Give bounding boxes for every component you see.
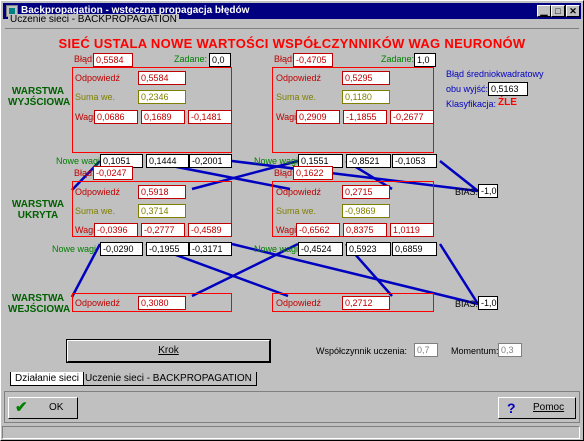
output-2-error: -0,4705 <box>293 53 333 67</box>
output-2-target: 1,0 <box>414 53 436 67</box>
weights-label: Wagi <box>276 112 297 122</box>
hidden-2-weight-1: -0,6562 <box>296 223 340 237</box>
bias-hidden: -1,0 <box>478 184 498 198</box>
learning-rate-label: Współczynnik uczenia: <box>316 346 408 356</box>
sum-label: Suma we. <box>75 206 116 216</box>
hidden-2-new-weight-3: 0,6859 <box>392 242 437 256</box>
output-1-sum: 0,2346 <box>138 90 186 104</box>
hidden-1-new-weight-3: -0,3171 <box>189 242 232 256</box>
learning-rate-input[interactable]: 0,7 <box>414 343 438 357</box>
momentum-input[interactable]: 0,3 <box>498 343 522 357</box>
new-weights-label: Nowe wagi <box>254 156 299 166</box>
output-1-weight-3: -0,1481 <box>188 110 232 124</box>
output-1-new-weight-2: 0,1444 <box>146 154 189 168</box>
layer-label-output: WARSTWA WYJŚCIOWA <box>8 86 71 108</box>
error-label: Błąd: <box>274 54 295 64</box>
hidden-1-weight-3: -0,4589 <box>188 223 232 237</box>
momentum-label: Momentum: <box>451 346 499 356</box>
target-label: Zadane: <box>381 54 415 64</box>
sum-label: Suma we. <box>75 92 116 102</box>
output-2-weight-3: -0,2677 <box>390 110 434 124</box>
output-2-sum: 0,1180 <box>342 90 390 104</box>
hidden-2-response: 0,2715 <box>342 185 390 199</box>
layer-label-hidden: WARSTWA UKRYTA <box>11 199 65 221</box>
mse-label-line1: Błąd średniokwadratowy <box>446 69 544 79</box>
error-label: Błąd: <box>274 168 295 178</box>
bias-input: -1,0 <box>478 296 498 310</box>
sum-label: Suma we. <box>276 92 317 102</box>
hidden-2-sum: -0,9869 <box>342 204 390 218</box>
hidden-2-weight-3: 1,0119 <box>390 223 434 237</box>
hidden-1-weight-1: -0,0396 <box>94 223 138 237</box>
sum-label: Suma we. <box>276 206 317 216</box>
input-2-response: 0,2712 <box>342 296 390 310</box>
input-1-response: 0,3080 <box>138 296 186 310</box>
hidden-1-sum: 0,3714 <box>138 204 186 218</box>
output-2-new-weight-3: -0,1053 <box>392 154 437 168</box>
response-label: Odpowiedź <box>276 298 322 308</box>
mse-value: 0,5163 <box>488 82 528 96</box>
bias-label: BIAS: <box>455 299 479 309</box>
hidden-1-weight-2: -0,2777 <box>141 223 185 237</box>
hidden-1-new-weight-2: -0,1955 <box>146 242 189 256</box>
classification-value: ŹLE <box>498 97 517 108</box>
output-1-weight-2: 0,1689 <box>141 110 185 124</box>
target-label: Zadane: <box>174 54 208 64</box>
hidden-1-new-weight-1: -0,0290 <box>100 242 143 256</box>
error-label: Błąd: <box>74 168 95 178</box>
weights-label: Wagi <box>75 112 96 122</box>
weights-label: Wagi <box>276 225 297 235</box>
output-1-target: 0,0 <box>209 53 231 67</box>
classification-label: Klasyfikacja: <box>446 99 497 109</box>
error-label: Błąd: <box>74 54 95 64</box>
hidden-2-weight-2: 0,8375 <box>343 223 387 237</box>
bias-label: BIAS: <box>455 187 479 197</box>
group-label: Uczenie sieci - BACKPROPAGATION <box>8 14 179 25</box>
response-label: Odpowiedź <box>75 73 121 83</box>
response-label: Odpowiedź <box>75 187 121 197</box>
response-label: Odpowiedź <box>276 73 322 83</box>
output-1-new-weight-3: -0,2001 <box>189 154 232 168</box>
output-2-response: 0,5295 <box>342 71 390 85</box>
hidden-2-error: 0,1622 <box>293 166 333 180</box>
response-label: Odpowiedź <box>75 298 121 308</box>
layer-label-input: WARSTWA WEJŚCIOWA <box>8 293 71 315</box>
hidden-1-error: -0,0247 <box>93 166 133 180</box>
hidden-2-new-weight-1: -0,4524 <box>298 242 343 256</box>
hidden-1-response: 0,5918 <box>138 185 186 199</box>
output-1-weight-1: 0,0686 <box>94 110 138 124</box>
output-2-new-weight-2: -0,8521 <box>346 154 391 168</box>
hidden-2-new-weight-2: 0,5923 <box>346 242 391 256</box>
new-weights-label: Nowe wagi <box>254 244 299 254</box>
new-weights-label: Nowe wagi <box>52 244 97 254</box>
output-2-weight-2: -1,1855 <box>343 110 387 124</box>
output-1-error: 0,5584 <box>93 53 133 67</box>
weights-label: Wagi <box>75 225 96 235</box>
mse-label-line2: obu wyjść: <box>446 84 489 94</box>
response-label: Odpowiedź <box>276 187 322 197</box>
output-1-response: 0,5584 <box>138 71 186 85</box>
output-2-weight-1: 0,2909 <box>296 110 340 124</box>
headline: SIEĆ USTALA NOWE WARTOŚCI WSPÓŁCZYNNIKÓW… <box>58 36 526 51</box>
